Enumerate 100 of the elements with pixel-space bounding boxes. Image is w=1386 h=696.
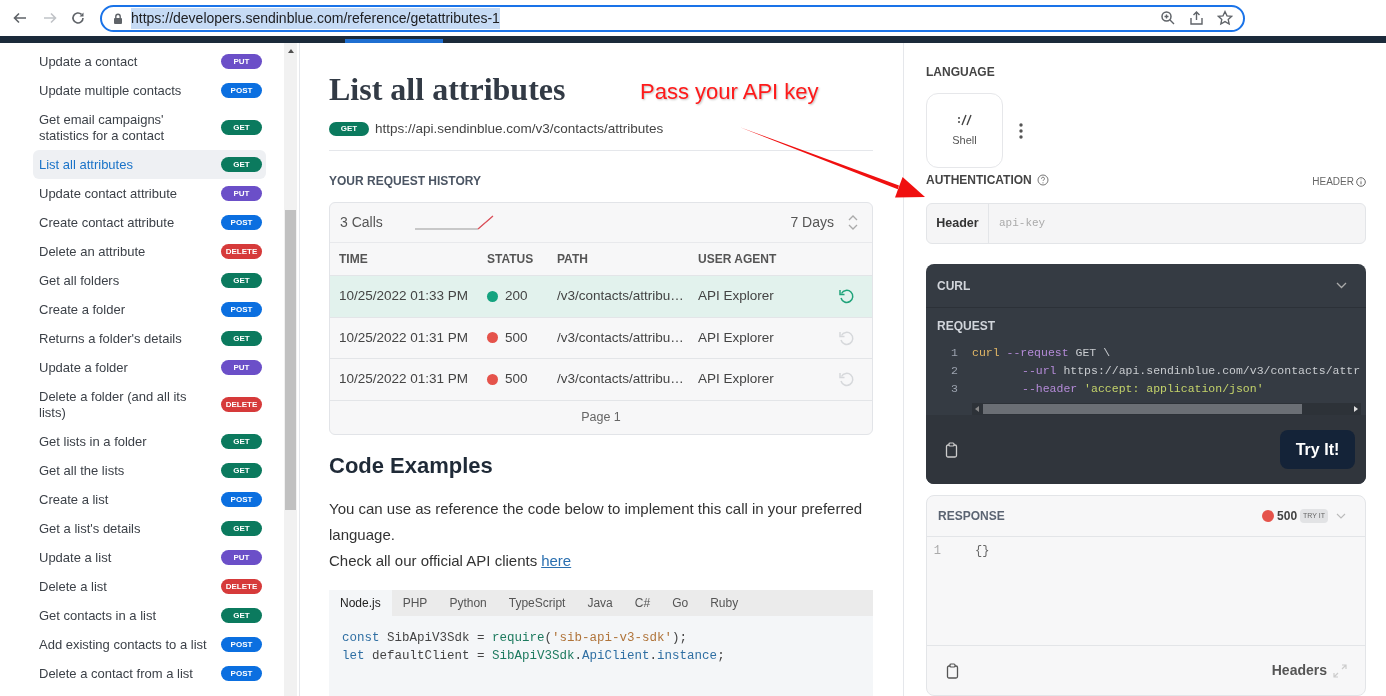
shell-icon <box>957 112 972 127</box>
language-tab[interactable]: Ruby <box>699 589 750 616</box>
section-heading: LANGUAGE <box>926 65 996 79</box>
zoom-icon[interactable] <box>1160 10 1176 26</box>
language-tab[interactable]: TypeScript <box>497 589 577 616</box>
method-badge: GET <box>221 463 262 478</box>
sidebar-item[interactable]: Update multiple contacts POST <box>33 76 266 105</box>
page-title: List all attributes <box>329 70 566 109</box>
sidebar-item[interactable]: Get email campaigns' statistics for a contact GET <box>33 105 266 150</box>
column-header: PATH <box>557 251 589 268</box>
sidebar-item[interactable]: Delete an attribute DELETE <box>33 237 266 266</box>
clipboard-icon[interactable] <box>946 662 959 679</box>
language-tab[interactable]: Go <box>661 589 700 616</box>
sidebar-item[interactable]: Get all folders GET <box>33 266 266 295</box>
try-it-button[interactable]: Try It! <box>1280 430 1355 469</box>
method-badge: GET <box>221 120 262 135</box>
address-bar[interactable]: https://developers.sendinblue.com/reference/getattributes-1 <box>100 4 1245 32</box>
scrollbar[interactable] <box>972 403 1361 415</box>
endpoint-url: https://api.sendinblue.com/v3/contacts/attributes <box>375 120 664 138</box>
period-select[interactable]: 7 Days <box>790 212 834 233</box>
history-row[interactable]: 10/25/2022 01:33 PM 200 /v3/contacts/attribu… API Explorer <box>330 275 872 317</box>
column-header: TIME <box>339 251 369 268</box>
language-option[interactable]: Shell <box>926 93 1003 168</box>
sidebar-item[interactable]: Update a folder PUT <box>33 353 266 382</box>
line-number: 3 <box>950 381 959 397</box>
column-header: STATUS <box>487 251 535 268</box>
table-cell-text: /v3/contacts/attribu… <box>557 287 685 306</box>
sidebar-item[interactable]: Returns a folder's details GET <box>33 324 266 353</box>
sidebar-item[interactable]: Get lists in a folder GET <box>33 427 266 456</box>
code-line: curl --request GET \ <box>972 345 1111 361</box>
method-badge: GET <box>329 122 369 136</box>
intro-text: You can use as reference the code below to implement this call in your preferred language. <box>329 498 864 545</box>
sidebar-item[interactable]: Create contact attribute POST <box>33 208 266 237</box>
language-tab[interactable]: Python <box>438 589 498 616</box>
reload-icon[interactable] <box>70 10 86 26</box>
sidebar-item[interactable]: Get all the lists GET <box>33 456 266 485</box>
retry-icon[interactable] <box>838 288 854 305</box>
clients-text: Check all our official API clients <box>329 550 538 571</box>
sidebar-item[interactable]: Delete a list DELETE <box>33 572 266 601</box>
language-tab[interactable]: C# <box>623 589 662 616</box>
code-line: --header 'accept: application/json' <box>1021 381 1264 397</box>
lock-icon <box>112 11 124 25</box>
method-badge: POST <box>221 666 262 681</box>
table-cell-text: 500 <box>505 370 528 389</box>
method-badge: PUT <box>221 186 262 201</box>
code-line: --url https://api.sendinblue.com/v3/contacts/attr <box>1021 363 1361 379</box>
sidebar-item[interactable]: Create a list POST <box>33 485 266 514</box>
method-badge: POST <box>221 492 262 507</box>
column-header: USER AGENT <box>698 251 778 268</box>
table-cell-text: API Explorer <box>698 328 775 347</box>
method-badge: POST <box>221 302 262 317</box>
table-cell-text: 10/25/2022 01:31 PM <box>339 328 470 347</box>
sidebar-item[interactable]: Delete a folder (and all its lists) DELETE <box>33 382 266 427</box>
page-label: Page 1 <box>330 399 872 434</box>
calls-count: 3 Calls <box>340 213 383 232</box>
star-icon[interactable] <box>1217 10 1233 26</box>
more-icon[interactable] <box>1019 122 1023 139</box>
method-badge: GET <box>221 157 262 172</box>
sidebar-item[interactable]: Delete a contact from a list POST <box>33 659 266 688</box>
back-icon[interactable] <box>12 10 28 26</box>
method-badge: GET <box>221 331 262 346</box>
status-code: 500 <box>1277 508 1298 525</box>
info-icon[interactable] <box>1356 176 1366 187</box>
chevron-icon[interactable] <box>1336 282 1347 289</box>
field-label: Header <box>927 204 989 243</box>
sidebar-item[interactable]: Create a folder POST <box>33 295 266 324</box>
auth-field[interactable]: Header api-key <box>926 203 1366 244</box>
method-badge: GET <box>221 521 262 536</box>
help-icon[interactable] <box>1036 174 1049 186</box>
table-cell-text: 10/25/2022 01:31 PM <box>339 370 470 389</box>
sidebar-item[interactable]: List all attributes GET <box>33 150 266 179</box>
method-badge: PUT <box>221 54 262 69</box>
api-key-input[interactable]: api-key <box>989 204 1365 243</box>
table-cell-text: /v3/contacts/attribu… <box>557 370 685 389</box>
method-badge: POST <box>221 83 262 98</box>
sidebar-item[interactable]: Update a list PUT <box>33 543 266 572</box>
clients-link[interactable]: here <box>541 547 572 574</box>
annotation-text: Pass your API key <box>640 79 819 105</box>
table-cell-text: API Explorer <box>698 287 775 306</box>
language-tab[interactable]: PHP <box>391 589 439 616</box>
panel-title: RESPONSE <box>938 508 1005 525</box>
line-number: 1 <box>950 345 959 361</box>
sidebar-item[interactable]: Add existing contacts to a list POST <box>33 630 266 659</box>
method-badge: GET <box>221 608 262 623</box>
sidebar-item[interactable]: Update contact attribute PUT <box>33 179 266 208</box>
sidebar-item[interactable]: Update a contact PUT <box>33 47 266 76</box>
language-tab[interactable]: Java <box>576 589 624 616</box>
headers-link[interactable]: Headers <box>1271 660 1327 681</box>
line-number: 1 <box>932 543 942 559</box>
clipboard-icon[interactable] <box>945 441 958 458</box>
code-line: const SibApiV3Sdk = require('sib-api-v3-sdk'); <box>342 629 689 647</box>
sidebar-item[interactable]: Get a list's details GET <box>33 514 266 543</box>
method-badge: PUT <box>221 550 262 565</box>
method-badge: GET <box>221 273 262 288</box>
table-cell-text: 10/25/2022 01:33 PM <box>339 287 470 306</box>
section-heading: Code Examples <box>329 451 494 480</box>
share-icon[interactable] <box>1189 10 1204 26</box>
language-tab[interactable]: Node.js <box>329 589 392 616</box>
sidebar-item[interactable]: Get contacts in a list GET <box>33 601 266 630</box>
scrollbar[interactable] <box>284 43 297 696</box>
